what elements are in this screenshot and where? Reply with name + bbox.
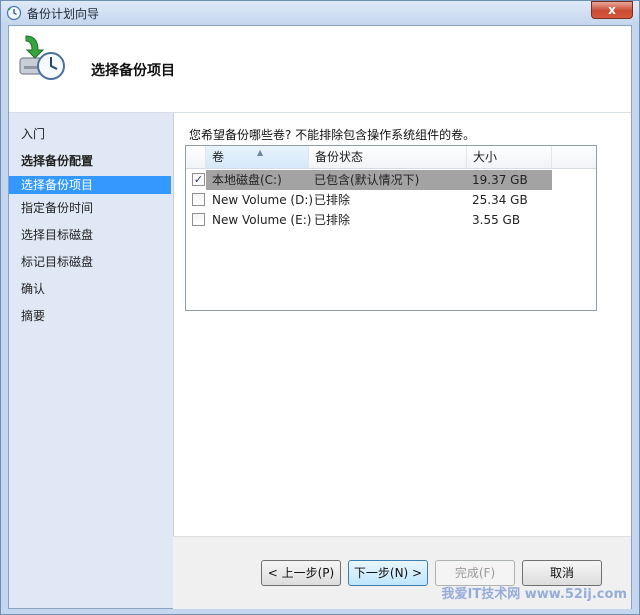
volume-name: 本地磁盘(C:) bbox=[212, 173, 282, 187]
next-button[interactable]: 下一步(N) > bbox=[348, 560, 428, 586]
volume-list-header: ▲ 卷 备份状态 大小 bbox=[186, 146, 596, 169]
column-header-checkbox bbox=[186, 146, 206, 168]
page-title: 选择备份项目 bbox=[91, 63, 175, 79]
volume-size: 19.37 GB bbox=[472, 173, 528, 187]
sidebar-item-target-disk[interactable]: 选择目标磁盘 bbox=[21, 226, 93, 243]
close-icon: x bbox=[608, 3, 616, 17]
volume-size: 25.34 GB bbox=[472, 193, 528, 207]
volume-status: 已排除 bbox=[314, 213, 351, 227]
volume-checkbox[interactable] bbox=[192, 213, 205, 226]
backup-drive-clock-icon bbox=[19, 35, 65, 80]
sidebar-item-confirm[interactable]: 确认 bbox=[21, 280, 45, 297]
column-header-status[interactable]: 备份状态 bbox=[309, 146, 467, 168]
window-title: 备份计划向导 bbox=[27, 7, 100, 21]
table-row[interactable]: ✓ 本地磁盘(C:) 已包含(默认情况下) 19.37 GB bbox=[186, 170, 596, 190]
table-row[interactable]: New Volume (D:) 已排除 25.34 GB bbox=[186, 190, 596, 210]
sidebar-item-summary[interactable]: 摘要 bbox=[21, 307, 45, 324]
sidebar-item-backup-config[interactable]: 选择备份配置 bbox=[21, 152, 93, 169]
close-button[interactable]: x bbox=[591, 1, 633, 19]
prev-button[interactable]: < 上一步(P) bbox=[261, 560, 341, 586]
sidebar-item-backup-items[interactable]: 选择备份项目 bbox=[9, 176, 171, 194]
sort-ascending-icon: ▲ bbox=[257, 148, 264, 157]
wizard-header: 选择备份项目 bbox=[9, 26, 631, 113]
table-row[interactable]: New Volume (E:) 已排除 3.55 GB bbox=[186, 210, 596, 230]
title-bar[interactable]: 备份计划向导 x bbox=[1, 1, 639, 25]
backup-clock-icon bbox=[6, 5, 22, 21]
sidebar-item-mark-disk[interactable]: 标记目标磁盘 bbox=[21, 253, 93, 270]
volume-status: 已包含(默认情况下) bbox=[314, 173, 420, 187]
volume-list[interactable]: ▲ 卷 备份状态 大小 ✓ 本地磁盘(C:) 已包含(默认情况下) 19.37 … bbox=[185, 145, 597, 311]
volume-checkbox[interactable] bbox=[192, 193, 205, 206]
volume-size: 3.55 GB bbox=[472, 213, 521, 227]
volume-status: 已排除 bbox=[314, 193, 351, 207]
sidebar-item-getting-started[interactable]: 入门 bbox=[21, 125, 45, 142]
column-header-size[interactable]: 大小 bbox=[467, 146, 552, 168]
column-header-volume[interactable]: ▲ 卷 bbox=[206, 146, 309, 168]
wizard-client-area: 选择备份项目 入门 选择备份配置 选择备份项目 指定备份时间 选择目标磁盘 标记… bbox=[8, 25, 632, 609]
volume-prompt: 您希望备份哪些卷? 不能排除包含操作系统组件的卷。 bbox=[189, 128, 476, 142]
volume-checkbox[interactable]: ✓ bbox=[192, 173, 205, 186]
volume-name: New Volume (E:) bbox=[212, 213, 312, 227]
volume-name: New Volume (D:) bbox=[212, 193, 314, 207]
watermark: 我爱IT技术网 www.52ij.com bbox=[441, 587, 628, 602]
wizard-window: 备份计划向导 x 选择备份项目 入门 选择备份配置 选择备份项目 指定备份时间 … bbox=[0, 0, 640, 615]
wizard-steps-sidebar: 入门 选择备份配置 选择备份项目 指定备份时间 选择目标磁盘 标记目标磁盘 确认… bbox=[9, 113, 174, 608]
sidebar-item-backup-time[interactable]: 指定备份时间 bbox=[21, 199, 93, 216]
